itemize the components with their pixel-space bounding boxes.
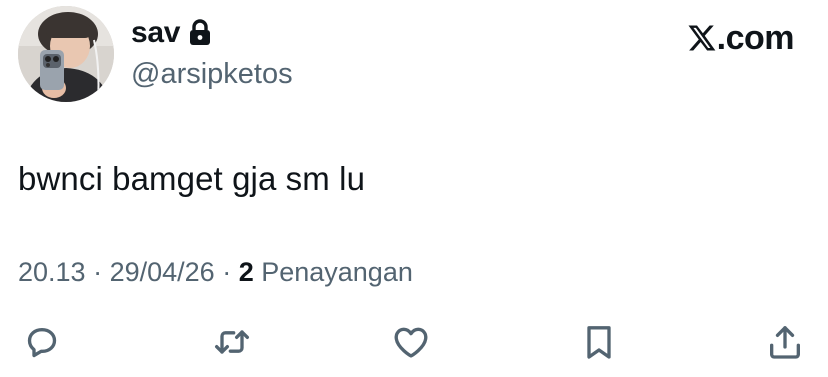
retweet-button[interactable] — [210, 320, 254, 364]
bookmark-icon — [587, 326, 611, 359]
author-handle[interactable]: @arsipketos — [131, 56, 293, 92]
x-logo-icon — [688, 25, 716, 51]
bookmark-button[interactable] — [577, 320, 621, 364]
share-button[interactable] — [763, 320, 807, 364]
retweet-icon — [215, 330, 249, 354]
views-count: 2 — [238, 257, 254, 287]
reply-button[interactable] — [20, 320, 64, 364]
display-name[interactable]: sav — [131, 14, 180, 52]
meta-separator: · — [85, 257, 110, 287]
tweet-text: bwnci bamget gja sm lu — [18, 160, 366, 197]
author-name-row: sav — [131, 14, 212, 52]
tweet-meta: 20.13 · 29/04/26 · 2 Penayangan — [18, 254, 413, 290]
lock-icon — [188, 19, 212, 47]
reply-icon — [27, 328, 57, 358]
views-label: Penayangan — [253, 257, 413, 287]
share-icon — [770, 326, 800, 359]
avatar[interactable] — [18, 6, 114, 102]
meta-separator: · — [214, 257, 239, 287]
brand-domain-suffix: .com — [716, 19, 795, 57]
tweet-time[interactable]: 20.13 — [18, 257, 86, 287]
tweet-actions — [0, 320, 828, 364]
brand-logo: .com — [686, 18, 795, 58]
like-button[interactable] — [389, 320, 433, 364]
like-icon — [394, 327, 428, 358]
tweet-date[interactable]: 29/04/26 — [110, 257, 215, 287]
tweet-card: sav @arsipketos .com bwnci bamget gja sm… — [0, 0, 828, 377]
profile-photo — [18, 6, 114, 102]
